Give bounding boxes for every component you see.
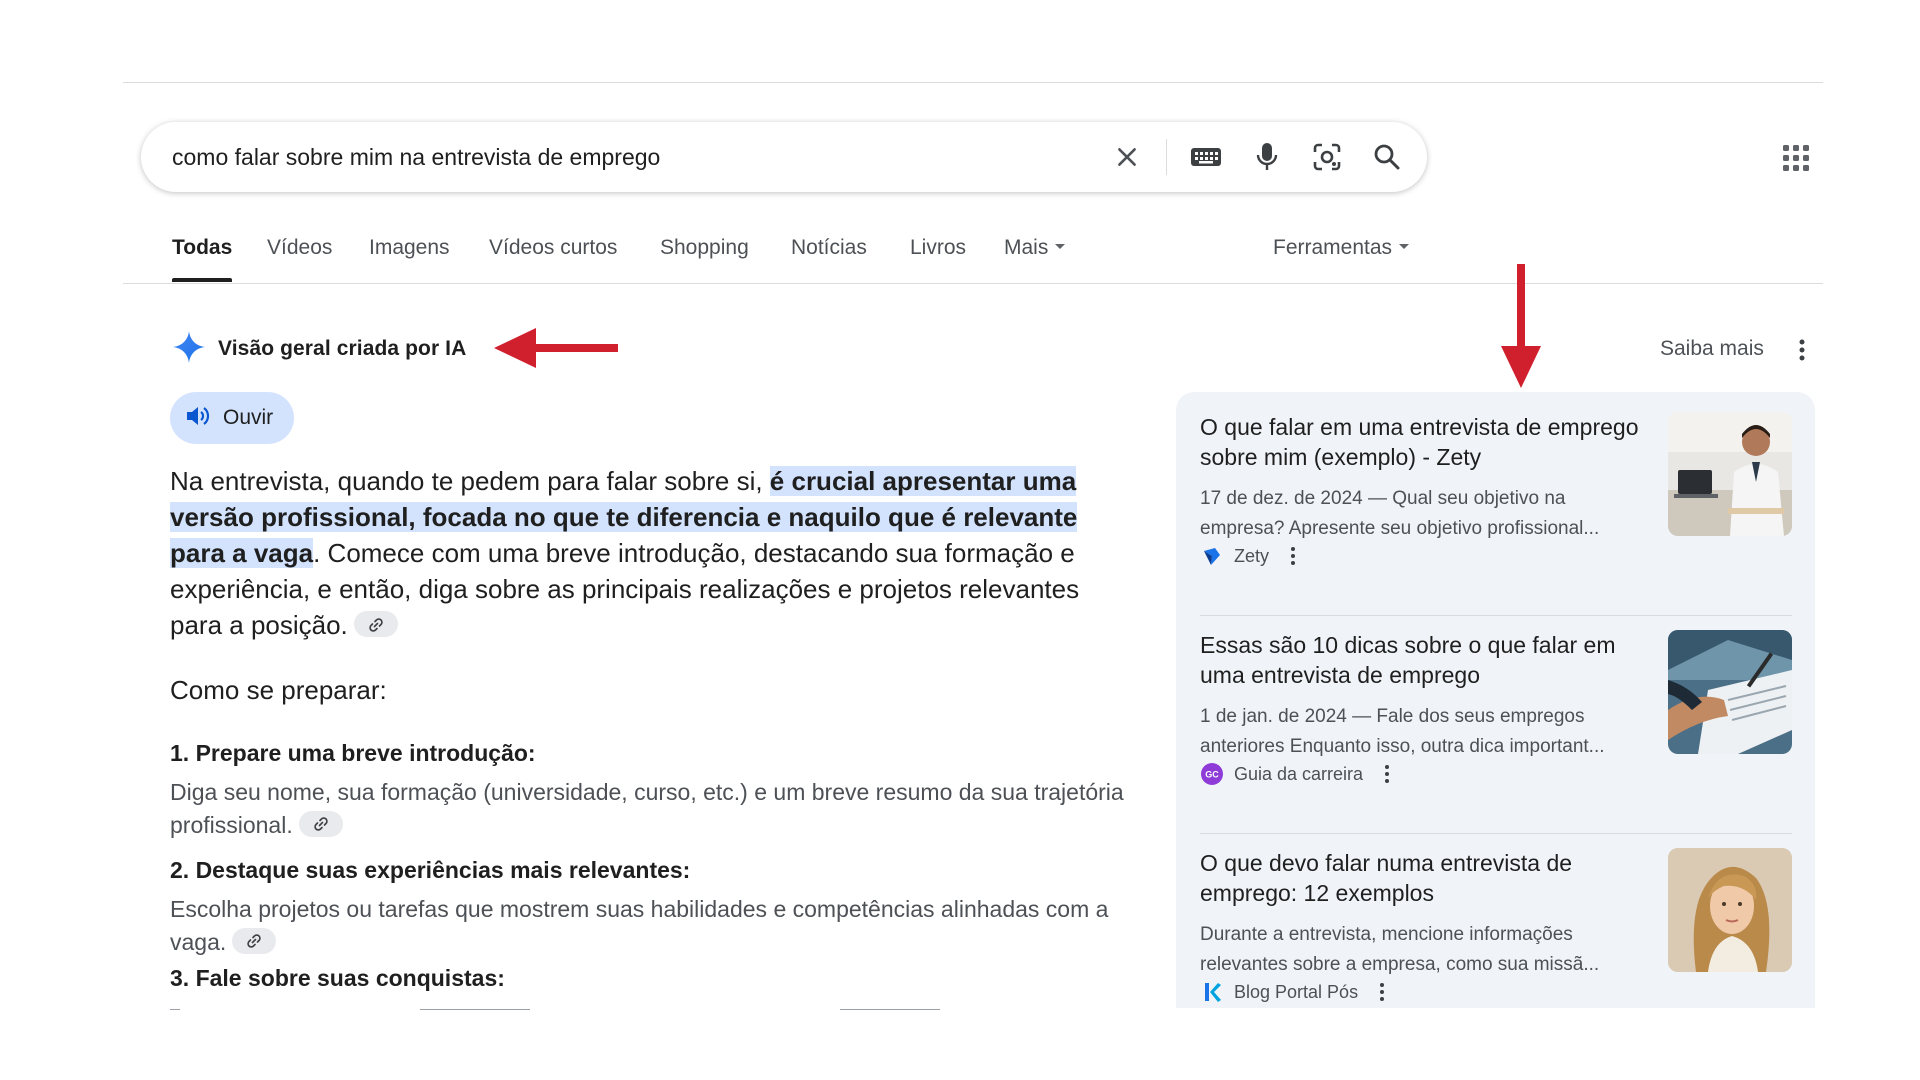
truncated-text-fade: [170, 1000, 990, 1010]
more-options-icon[interactable]: [1289, 546, 1297, 566]
snippet-line: 1 de jan. de 2024 — Fale dos seus empreg…: [1200, 706, 1585, 727]
guia-da-carreira-logo-icon: GC: [1200, 762, 1224, 786]
more-options-icon[interactable]: [1796, 338, 1808, 362]
source-card[interactable]: O que falar em uma entrevista de emprego…: [1200, 392, 1792, 587]
snippet-line: empresa? Apresente seu objetivo profissi…: [1200, 518, 1600, 539]
search-divider: [1166, 139, 1167, 175]
tab-noticias[interactable]: Notícias: [791, 236, 867, 284]
chevron-down-icon: [1399, 243, 1410, 249]
tab-mais-label: Mais: [1004, 236, 1049, 259]
source-site[interactable]: GC Guia da carreira: [1200, 762, 1391, 786]
link-icon: [314, 817, 328, 832]
source-thumbnail[interactable]: [1668, 412, 1792, 536]
link-icon: [369, 618, 383, 632]
annotation-arrow-down-icon: [1501, 264, 1541, 388]
source-thumbnail[interactable]: [1668, 848, 1792, 972]
sources-panel: O que falar em uma entrevista de emprego…: [1176, 392, 1815, 1008]
step-description: Diga seu nome, sua formação (universidad…: [170, 776, 1130, 842]
tab-videos[interactable]: Vídeos: [267, 236, 332, 284]
search-input[interactable]: como falar sobre mim na entrevista de em…: [172, 122, 660, 192]
source-snippet: 1 de jan. de 2024 — Fale dos seus empreg…: [1200, 702, 1650, 762]
tab-videos-curtos[interactable]: Vídeos curtos: [489, 236, 617, 284]
lens-camera-icon[interactable]: [1309, 139, 1345, 175]
apps-grid-icon[interactable]: [1781, 143, 1811, 173]
microphone-icon[interactable]: [1249, 139, 1285, 175]
source-card[interactable]: Essas são 10 dicas sobre o que falar em …: [1200, 610, 1792, 805]
citation-link-button[interactable]: [232, 927, 277, 954]
source-name: Zety: [1234, 545, 1270, 566]
speaker-icon: [185, 404, 211, 433]
step-title: 2. Destaque suas experiências mais relev…: [170, 857, 691, 883]
prep-heading: Como se preparar:: [170, 675, 387, 705]
zety-logo-icon: [1200, 544, 1224, 568]
ai-overview-paragraph: Na entrevista, quando te pedem para fala…: [170, 463, 1125, 643]
snippet-line: Durante a entrevista, mencione informaçõ…: [1200, 924, 1573, 945]
listen-label: Ouvir: [223, 406, 274, 429]
snippet-line: relevantes sobre a empresa, como sua mis…: [1200, 954, 1600, 975]
keyboard-icon[interactable]: [1188, 139, 1224, 175]
more-options-icon[interactable]: [1378, 982, 1386, 1002]
top-divider: [123, 82, 1823, 83]
source-card[interactable]: O que devo falar numa entrevista de empr…: [1200, 828, 1792, 1008]
tab-mais[interactable]: Mais: [1004, 236, 1066, 284]
source-snippet: 17 de dez. de 2024 — Qual seu objetivo n…: [1200, 484, 1650, 544]
source-name: Blog Portal Pós: [1234, 981, 1359, 1002]
source-title[interactable]: O que devo falar numa entrevista de empr…: [1200, 848, 1640, 908]
source-site[interactable]: Blog Portal Pós: [1200, 980, 1386, 1004]
search-bar[interactable]: como falar sobre mim na entrevista de em…: [141, 122, 1427, 192]
source-thumbnail[interactable]: [1668, 630, 1792, 754]
citation-link-button[interactable]: [353, 611, 398, 638]
more-options-icon[interactable]: [1383, 764, 1391, 784]
listen-button[interactable]: Ouvir: [170, 392, 294, 444]
source-title[interactable]: Essas são 10 dicas sobre o que falar em …: [1200, 630, 1640, 690]
snippet-line: 17 de dez. de 2024 — Qual seu objetivo n…: [1200, 488, 1566, 509]
ai-overview-title: Visão geral criada por IA: [218, 337, 467, 360]
step-description: Escolha projetos ou tarefas que mostrem …: [170, 893, 1130, 959]
tools-label: Ferramentas: [1273, 236, 1393, 259]
chevron-down-icon: [1055, 243, 1066, 249]
tab-todas[interactable]: Todas: [172, 236, 233, 284]
tab-imagens[interactable]: Imagens: [369, 236, 450, 284]
tabs-divider: [123, 283, 1823, 284]
source-title[interactable]: O que falar em uma entrevista de emprego…: [1200, 412, 1640, 472]
step-title: 1. Prepare uma breve introdução:: [170, 740, 536, 766]
tools-button[interactable]: Ferramentas: [1273, 236, 1410, 284]
source-snippet: Durante a entrevista, mencione informaçõ…: [1200, 920, 1650, 980]
step-title: 3. Fale sobre suas conquistas:: [170, 965, 505, 991]
tab-shopping[interactable]: Shopping: [660, 236, 749, 284]
source-site[interactable]: Zety: [1200, 544, 1297, 568]
tab-livros[interactable]: Livros: [910, 236, 966, 284]
ai-overview-header: Visão geral criada por IA: [172, 330, 467, 369]
snippet-line: anteriores Enquanto isso, outra dica imp…: [1200, 736, 1605, 757]
source-name: Guia da carreira: [1234, 763, 1364, 784]
citation-link-button[interactable]: [298, 810, 343, 837]
clear-search-icon[interactable]: [1109, 139, 1145, 175]
annotation-arrow-left-icon: [494, 328, 618, 368]
paragraph-text-start: Na entrevista, quando te pedem para fala…: [170, 466, 770, 496]
search-icon[interactable]: [1369, 139, 1405, 175]
learn-more-link[interactable]: Saiba mais: [1660, 337, 1764, 361]
portal-pos-logo-icon: [1200, 980, 1224, 1004]
step-description-text: Escolha projetos ou tarefas que mostrem …: [170, 896, 1109, 955]
gemini-sparkle-icon: [172, 330, 206, 369]
svg-text:GC: GC: [1205, 770, 1219, 780]
link-icon: [247, 934, 261, 949]
